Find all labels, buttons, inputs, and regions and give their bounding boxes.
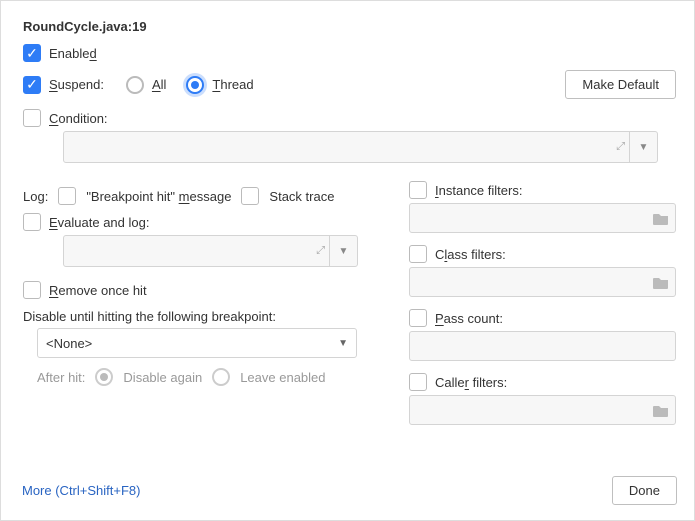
disable-until-label: Disable until hitting the following brea… xyxy=(23,309,383,324)
after-hit-label: After hit: xyxy=(37,370,85,385)
class-filters-checkbox[interactable] xyxy=(409,245,427,263)
instance-filters-label: Instance filters: xyxy=(435,183,522,198)
make-default-button[interactable]: Make Default xyxy=(565,70,676,99)
class-filters-input[interactable] xyxy=(409,267,676,297)
log-bphit-checkbox[interactable] xyxy=(58,187,76,205)
after-hit-disable-again-label: Disable again xyxy=(123,370,202,385)
evaluate-log-label: Evaluate and log: xyxy=(49,215,149,230)
log-stack-label: Stack trace xyxy=(269,189,334,204)
log-label: Log: xyxy=(23,189,48,204)
caller-filters-input[interactable] xyxy=(409,395,676,425)
folder-icon[interactable] xyxy=(653,212,669,225)
done-button[interactable]: Done xyxy=(612,476,677,505)
disable-until-select[interactable]: <None> ▼ xyxy=(37,328,357,358)
suspend-thread-label: Thread xyxy=(212,77,253,92)
remove-once-hit-label: Remove once hit xyxy=(49,283,147,298)
breakpoint-title: RoundCycle.java:19 xyxy=(23,19,676,34)
pass-count-input[interactable] xyxy=(409,331,676,361)
enabled-label: Enabled xyxy=(49,46,97,61)
caller-filters-label: Caller filters: xyxy=(435,375,507,390)
after-hit-disable-again-radio xyxy=(95,368,113,386)
pass-count-checkbox[interactable] xyxy=(409,309,427,327)
suspend-thread-radio[interactable] xyxy=(186,76,204,94)
condition-label: Condition: xyxy=(49,111,108,126)
condition-input[interactable]: ⤢ ▼ xyxy=(63,131,658,163)
evaluate-log-input[interactable]: ⤢ ▼ xyxy=(63,235,358,267)
suspend-label: Suspend: xyxy=(49,77,104,92)
remove-once-hit-checkbox[interactable] xyxy=(23,281,41,299)
after-hit-leave-enabled-label: Leave enabled xyxy=(240,370,325,385)
chevron-down-icon: ▼ xyxy=(338,338,348,349)
suspend-all-label: All xyxy=(152,77,166,92)
folder-icon[interactable] xyxy=(653,276,669,289)
folder-icon[interactable] xyxy=(653,404,669,417)
enabled-checkbox[interactable]: ✓ xyxy=(23,44,41,62)
evaluate-log-checkbox[interactable] xyxy=(23,213,41,231)
log-bphit-label: "Breakpoint hit" message xyxy=(86,189,231,204)
class-filters-label: Class filters: xyxy=(435,247,506,262)
instance-filters-input[interactable] xyxy=(409,203,676,233)
after-hit-leave-enabled-radio xyxy=(212,368,230,386)
condition-history-dropdown[interactable]: ▼ xyxy=(629,132,657,162)
more-link[interactable]: More (Ctrl+Shift+F8) xyxy=(22,483,140,498)
evaluate-log-history-dropdown[interactable]: ▼ xyxy=(329,236,357,266)
expand-icon[interactable]: ⤢ xyxy=(616,141,623,154)
log-stack-checkbox[interactable] xyxy=(241,187,259,205)
condition-checkbox[interactable] xyxy=(23,109,41,127)
expand-icon[interactable]: ⤢ xyxy=(316,245,323,258)
suspend-all-radio[interactable] xyxy=(126,76,144,94)
caller-filters-checkbox[interactable] xyxy=(409,373,427,391)
pass-count-label: Pass count: xyxy=(435,311,503,326)
instance-filters-checkbox[interactable] xyxy=(409,181,427,199)
suspend-checkbox[interactable]: ✓ xyxy=(23,76,41,94)
disable-until-value: <None> xyxy=(46,336,92,351)
